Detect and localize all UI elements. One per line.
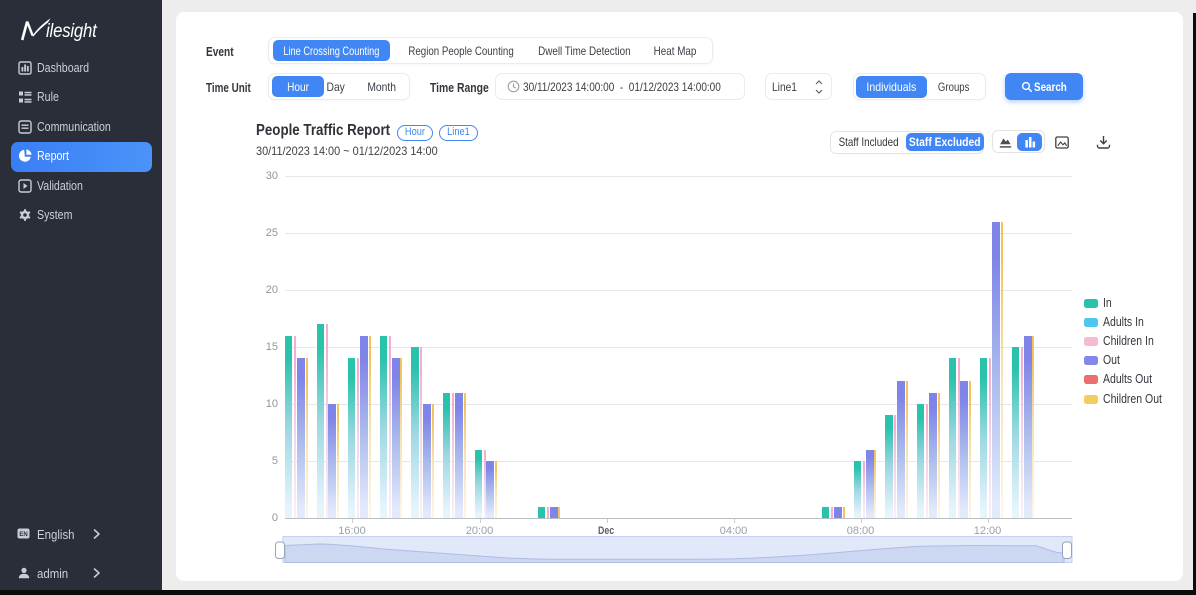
svg-text:EN: EN — [19, 532, 27, 538]
